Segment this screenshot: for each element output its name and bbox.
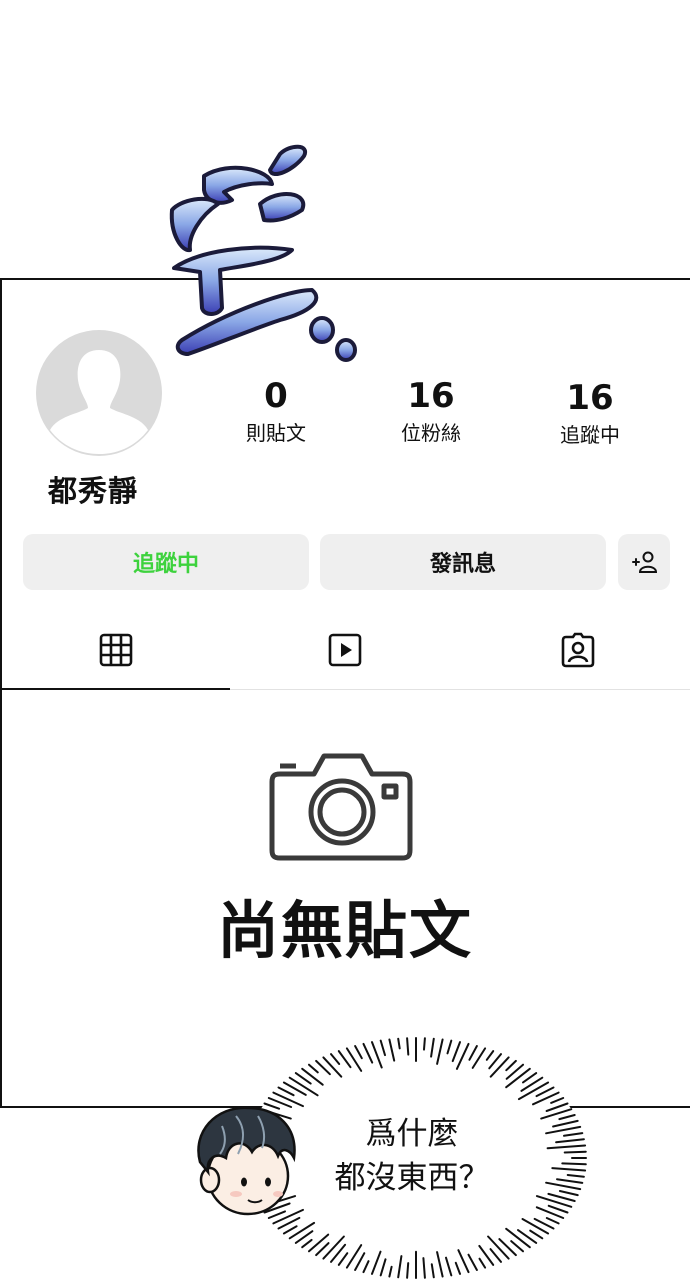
speech-line-2: 都沒東西？	[334, 1160, 490, 1196]
profile-username: 都秀靜	[48, 474, 139, 508]
stat-followers[interactable]: 16 位粉絲	[371, 376, 491, 446]
following-count: 16	[566, 378, 614, 418]
character-head	[197, 1106, 296, 1216]
burst-line	[406, 1262, 410, 1279]
tagged-icon	[561, 632, 595, 668]
add-user-icon	[632, 551, 658, 573]
followers-count: 16	[407, 376, 455, 416]
following-button[interactable]: 追蹤中	[23, 534, 309, 590]
speech-bubble-text: 爲什麼 都沒東西？	[312, 1112, 512, 1200]
avatar[interactable]	[36, 330, 162, 456]
tab-divider	[230, 689, 690, 690]
followers-label: 位粉絲	[401, 421, 461, 445]
reels-icon	[328, 633, 362, 667]
tab-tagged[interactable]	[556, 628, 600, 672]
following-label: 追蹤中	[560, 423, 620, 447]
posts-count: 0	[264, 376, 288, 416]
tab-reels[interactable]	[323, 628, 367, 672]
speech-line-1: 爲什麼	[365, 1116, 459, 1152]
add-user-button[interactable]	[618, 534, 670, 590]
burst-line	[561, 1162, 587, 1166]
grid-icon	[99, 633, 133, 667]
message-button[interactable]: 發訊息	[320, 534, 606, 590]
active-tab-indicator	[2, 688, 230, 690]
stat-following[interactable]: 16 追蹤中	[530, 378, 650, 448]
posts-label: 則貼文	[246, 421, 306, 445]
burst-line	[406, 1037, 410, 1056]
tab-posts-grid[interactable]	[94, 628, 138, 672]
empty-state-title: 尚無貼文	[216, 894, 473, 967]
sfx-empty-graphic	[169, 144, 357, 362]
burst-line	[563, 1150, 587, 1154]
burst-line	[423, 1037, 426, 1051]
camera-icon	[269, 753, 413, 861]
stat-posts[interactable]: 0 則貼文	[216, 376, 336, 446]
